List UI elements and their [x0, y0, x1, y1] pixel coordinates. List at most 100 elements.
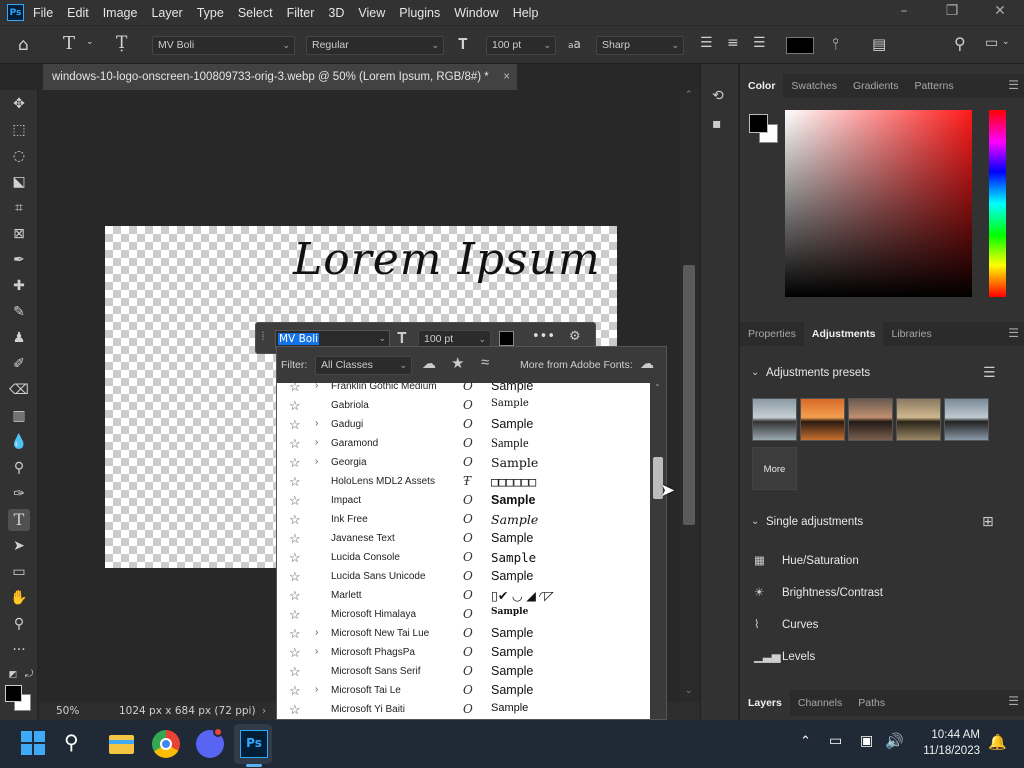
- comments-icon[interactable]: ▪: [712, 116, 722, 132]
- favorite-star-icon[interactable]: ☆: [289, 531, 301, 547]
- font-list-item[interactable]: ☆ Microsoft Sans Serif O Sample: [277, 663, 650, 682]
- photoshop-taskbar-icon[interactable]: Ps: [240, 730, 268, 758]
- chevron-down-icon[interactable]: ⌄: [1002, 37, 1010, 47]
- file-explorer-icon[interactable]: [108, 730, 136, 758]
- hue-slider[interactable]: [989, 110, 1006, 297]
- tab-layers[interactable]: Layers: [740, 690, 790, 716]
- dodge-tool-icon[interactable]: ⚲: [8, 457, 30, 479]
- notification-bell-icon[interactable]: 🔔: [988, 733, 1007, 751]
- favorite-star-icon[interactable]: ☆: [289, 645, 301, 661]
- menu-filter[interactable]: Filter: [286, 6, 323, 20]
- favorite-star-icon[interactable]: ☆: [289, 550, 301, 566]
- font-list-item[interactable]: ☆ › Microsoft Tai Le O Sample: [277, 682, 650, 701]
- menu-select[interactable]: Select: [237, 6, 281, 20]
- close-button[interactable]: ✕: [976, 0, 1024, 25]
- zoom-tool-icon[interactable]: ⚲: [8, 613, 30, 635]
- favorite-star-icon[interactable]: ☆: [289, 512, 301, 528]
- list-view-icon[interactable]: ☰: [983, 365, 996, 381]
- lasso-tool-icon[interactable]: ◌: [8, 145, 30, 167]
- favorite-star-icon[interactable]: ☆: [289, 455, 301, 471]
- tab-adjustments[interactable]: Adjustments: [803, 322, 884, 346]
- rectangle-tool-icon[interactable]: ▭: [8, 561, 30, 583]
- document-tab[interactable]: windows-10-logo-onscreen-100809733-orig-…: [43, 64, 517, 90]
- grid-view-icon[interactable]: ⊞: [982, 514, 994, 530]
- font-list-item[interactable]: ☆ Lucida Console O Sample: [277, 549, 650, 568]
- font-list-item[interactable]: ☆ › Microsoft PhagsPa O Sample: [277, 644, 650, 663]
- discord-icon[interactable]: [196, 727, 224, 758]
- history-icon[interactable]: ⟲: [712, 88, 724, 104]
- drag-handle-icon[interactable]: ⁞: [261, 329, 265, 343]
- workspace-icon[interactable]: ▭: [985, 35, 998, 51]
- align-right-icon[interactable]: ☰: [753, 35, 766, 51]
- canvas-text-layer[interactable]: Lorem Ipsum: [293, 234, 601, 285]
- font-list-item[interactable]: ☆ › Microsoft New Tai Lue O Sample: [277, 625, 650, 644]
- adjustment-curves[interactable]: ⌇ Curves: [754, 617, 818, 631]
- preset-thumbnail[interactable]: [896, 398, 941, 441]
- favorite-star-icon[interactable]: ☆: [289, 417, 301, 433]
- chevron-right-icon[interactable]: ›: [315, 437, 318, 448]
- chevron-down-icon[interactable]: ⌄: [751, 516, 759, 527]
- favorite-star-icon[interactable]: ☆: [289, 398, 301, 414]
- adjustment-hue-saturation[interactable]: ▦ Hue/Saturation: [754, 553, 859, 567]
- favorite-star-icon[interactable]: ☆: [289, 664, 301, 680]
- swap-colors-icon[interactable]: ⤾: [18, 664, 40, 686]
- history-brush-icon[interactable]: ✐: [8, 353, 30, 375]
- healing-brush-icon[interactable]: ✚: [8, 275, 30, 297]
- font-list-item[interactable]: ☆ Lucida Sans Unicode O Sample: [277, 568, 650, 587]
- marquee-tool-icon[interactable]: ⬚: [8, 119, 30, 141]
- panel-menu-icon[interactable]: ☰: [1008, 326, 1019, 340]
- more-presets-button[interactable]: More: [752, 447, 797, 490]
- preset-thumbnail[interactable]: [944, 398, 989, 441]
- type-tool-icon[interactable]: T: [8, 509, 30, 531]
- favorite-star-icon[interactable]: ☆: [289, 607, 301, 623]
- favorite-star-icon[interactable]: ☆: [289, 588, 301, 604]
- tab-patterns[interactable]: Patterns: [906, 74, 961, 98]
- tab-gradients[interactable]: Gradients: [845, 74, 907, 98]
- tab-color[interactable]: Color: [740, 74, 784, 98]
- favorites-star-icon[interactable]: ★: [451, 354, 464, 372]
- text-color-swatch[interactable]: [786, 37, 814, 54]
- type-tool-icon[interactable]: T: [63, 33, 75, 54]
- font-list-item[interactable]: ☆ Microsoft Himalaya O Sample: [277, 606, 650, 625]
- adjustment-brightness-contrast[interactable]: ☀ Brightness/Contrast: [754, 585, 883, 599]
- gradient-tool-icon[interactable]: ▥: [8, 405, 30, 427]
- filter-class-dropdown[interactable]: All Classes ⌄: [315, 356, 412, 375]
- close-tab-icon[interactable]: ×: [503, 64, 510, 90]
- character-panel-icon[interactable]: ▤: [872, 35, 886, 53]
- favorite-star-icon[interactable]: ☆: [289, 493, 301, 509]
- chevron-down-icon[interactable]: ⌄: [378, 331, 386, 347]
- antialias-dropdown[interactable]: Sharp ⌄: [596, 36, 684, 55]
- foreground-color-swatch[interactable]: [5, 685, 22, 702]
- favorite-star-icon[interactable]: ☆: [289, 626, 301, 642]
- favorite-star-icon[interactable]: ☆: [289, 702, 301, 718]
- font-family-dropdown[interactable]: MV Boli ⌄: [152, 36, 295, 55]
- font-list-item[interactable]: ☆ Gabriola O Sample: [277, 397, 650, 416]
- font-list-item[interactable]: ☆ Impact O Sample: [277, 492, 650, 511]
- home-icon[interactable]: ⌂: [18, 35, 29, 55]
- favorite-star-icon[interactable]: ☆: [289, 569, 301, 585]
- tab-paths[interactable]: Paths: [850, 690, 893, 716]
- tab-swatches[interactable]: Swatches: [783, 74, 845, 98]
- object-select-tool-icon[interactable]: ⬕: [8, 171, 30, 193]
- minimize-button[interactable]: –: [880, 0, 928, 25]
- chevron-right-icon[interactable]: ›: [315, 646, 318, 657]
- font-style-dropdown[interactable]: Regular ⌄: [306, 36, 444, 55]
- menu-plugins[interactable]: Plugins: [398, 6, 448, 20]
- menu-edit[interactable]: Edit: [66, 6, 97, 20]
- scroll-up-icon[interactable]: ⌃: [654, 383, 661, 392]
- font-list-item[interactable]: ☆ Ink Free O Sample: [277, 511, 650, 530]
- font-list-item[interactable]: ☆ › Georgia O Sample: [277, 454, 650, 473]
- blur-tool-icon[interactable]: 💧: [8, 431, 30, 453]
- network-icon[interactable]: ▭: [829, 733, 842, 749]
- color-picker-field[interactable]: [785, 110, 972, 297]
- brush-tool-icon[interactable]: ✎: [8, 301, 30, 323]
- tab-properties[interactable]: Properties: [740, 322, 804, 346]
- scroll-up-icon[interactable]: ⌃: [685, 90, 693, 100]
- font-list-item[interactable]: ☆ › Franklin Gothic Medium O Sample: [277, 383, 650, 397]
- panel-menu-icon[interactable]: ☰: [1008, 78, 1019, 92]
- crop-tool-icon[interactable]: ⌗: [8, 197, 30, 219]
- preset-thumbnail[interactable]: [752, 398, 797, 441]
- menu-help[interactable]: Help: [512, 6, 547, 20]
- chevron-down-icon[interactable]: ⌄: [751, 367, 759, 378]
- system-clock[interactable]: 10:44 AM 11/18/2023: [923, 727, 980, 759]
